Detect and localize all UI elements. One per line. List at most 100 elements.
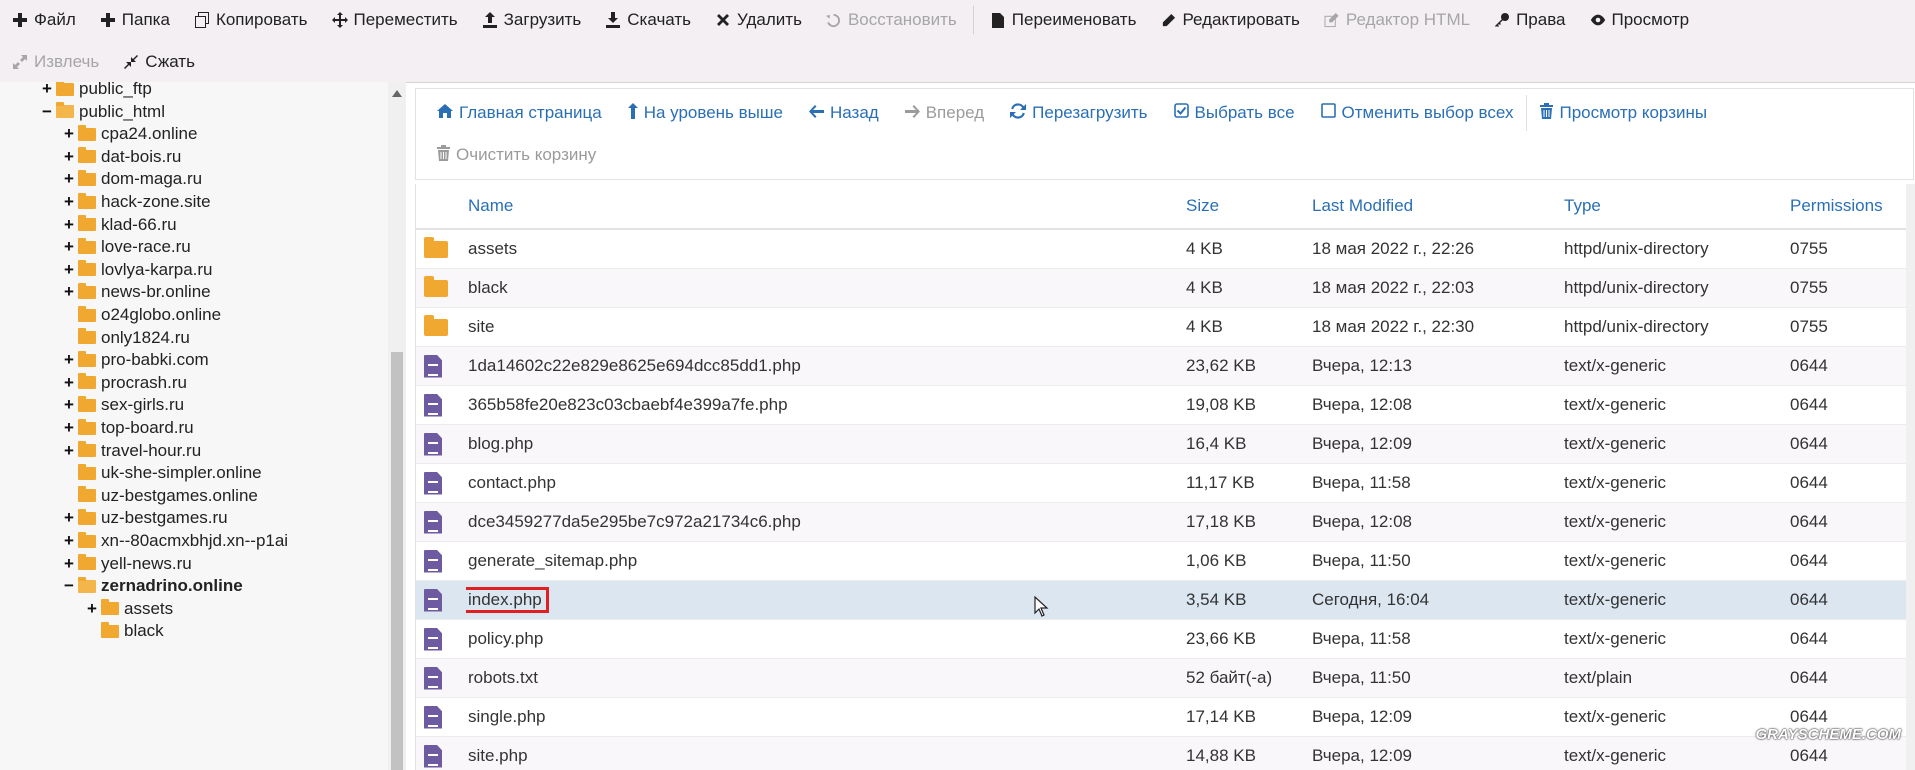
file-name-cell[interactable]: contact.php — [466, 463, 1186, 503]
nav-trash-button[interactable]: Очистить корзину — [424, 137, 609, 173]
file-name-cell[interactable]: index.php — [466, 580, 1186, 620]
expand-toggle-icon[interactable]: + — [62, 147, 76, 167]
expand-toggle-icon[interactable]: + — [40, 82, 54, 99]
header-name[interactable]: Name — [466, 184, 1186, 230]
expand-toggle-icon[interactable]: + — [62, 531, 76, 551]
file-name-cell[interactable]: generate_sitemap.php — [466, 541, 1186, 581]
nav-checkbox-checked-button[interactable]: Выбрать все — [1161, 95, 1308, 131]
toolbar-file-button[interactable]: Переименовать — [978, 2, 1149, 38]
file-name[interactable]: single.php — [468, 707, 546, 726]
expand-toggle-icon[interactable]: + — [62, 508, 76, 528]
file-name-cell[interactable]: single.php — [466, 697, 1186, 737]
file-permissions[interactable]: 0644 — [1790, 502, 1907, 542]
toolbar-key-button[interactable]: Права — [1482, 2, 1577, 38]
expand-toggle-icon[interactable]: + — [62, 441, 76, 461]
file-permissions[interactable]: 0644 — [1790, 580, 1907, 620]
file-name-cell[interactable]: 365b58fe20e823c03cbaebf4e399a7fe.php — [466, 385, 1186, 425]
scroll-up-arrow-icon[interactable] — [392, 90, 402, 97]
expand-toggle-icon[interactable]: + — [62, 237, 76, 257]
header-type[interactable]: Type — [1564, 184, 1790, 230]
file-permissions[interactable]: 0644 — [1790, 619, 1907, 659]
file-permissions[interactable]: 0644 — [1790, 541, 1907, 581]
file-name[interactable]: dce3459277da5e295be7c972a21734c6.php — [468, 512, 801, 531]
expand-toggle-icon[interactable]: + — [62, 169, 76, 189]
header-permissions[interactable]: Permissions — [1790, 184, 1907, 230]
file-permissions[interactable]: 0644 — [1790, 346, 1907, 386]
file-name[interactable]: site — [468, 317, 494, 336]
table-row[interactable]: policy.php 23,66 KB Вчера, 11:58 text/x-gen… — [416, 619, 1907, 659]
expand-toggle-icon[interactable]: + — [62, 350, 76, 370]
expand-toggle-icon[interactable]: + — [62, 554, 76, 574]
file-name-cell[interactable]: robots.txt — [466, 658, 1186, 698]
toolbar-copy-button[interactable]: Копировать — [182, 2, 320, 38]
table-row[interactable]: 365b58fe20e823c03cbaebf4e399a7fe.php 19,0… — [416, 385, 1907, 425]
nav-home-button[interactable]: Главная страница — [424, 95, 615, 131]
expand-toggle-icon[interactable]: + — [62, 192, 76, 212]
file-permissions[interactable]: 0644 — [1790, 385, 1907, 425]
nav-trash-button[interactable]: Просмотр корзины — [1527, 95, 1720, 131]
table-row[interactable]: site.php 14,88 KB Вчера, 12:09 text/x-gener… — [416, 736, 1907, 770]
file-permissions[interactable]: 0644 — [1790, 424, 1907, 464]
expand-toggle-icon[interactable]: + — [62, 395, 76, 415]
toolbar-plus-button[interactable]: Папка — [88, 2, 182, 38]
nav-level-up-button[interactable]: На уровень выше — [615, 95, 796, 131]
toolbar-edit-button[interactable]: Редактор HTML — [1312, 2, 1482, 38]
header-last-modified[interactable]: Last Modified — [1312, 184, 1564, 230]
toolbar-plus-button[interactable]: Файл — [0, 2, 88, 38]
file-name[interactable]: policy.php — [468, 629, 543, 648]
file-name[interactable]: assets — [468, 239, 517, 258]
file-name[interactable]: contact.php — [468, 473, 556, 492]
file-name[interactable]: 365b58fe20e823c03cbaebf4e399a7fe.php — [468, 395, 788, 414]
table-row[interactable]: 1da14602c22e829e8625e694dcc85dd1.php 23,6… — [416, 346, 1907, 386]
table-row[interactable]: index.php 3,54 KB Сегодня, 16:04 text/x-gen… — [416, 580, 1907, 620]
toolbar-close-button[interactable]: Удалить — [703, 2, 814, 38]
toolbar-move-button[interactable]: Переместить — [320, 2, 470, 38]
tree-item[interactable]: black — [85, 618, 164, 644]
expand-toggle-icon[interactable]: + — [62, 215, 76, 235]
file-permissions[interactable]: 0755 — [1790, 229, 1907, 269]
expand-toggle-icon[interactable]: + — [62, 418, 76, 438]
file-name-cell[interactable]: blog.php — [466, 424, 1186, 464]
table-row[interactable]: blog.php 16,4 KB Вчера, 12:09 text/x-generi… — [416, 424, 1907, 464]
table-row[interactable]: robots.txt 52 байт(-а) Вчера, 11:50 text/pl… — [416, 658, 1907, 698]
collapse-toggle-icon[interactable]: − — [62, 576, 76, 596]
file-name[interactable]: black — [468, 278, 508, 297]
toolbar-pencil-button[interactable]: Редактировать — [1148, 2, 1311, 38]
toolbar-download-button[interactable]: Скачать — [593, 2, 703, 38]
file-name[interactable]: blog.php — [468, 434, 533, 453]
file-name[interactable]: 1da14602c22e829e8625e694dcc85dd1.php — [468, 356, 801, 375]
expand-toggle-icon[interactable]: + — [62, 373, 76, 393]
table-row[interactable]: single.php 17,14 KB Вчера, 12:09 text/x-gen… — [416, 697, 1907, 737]
table-row[interactable]: dce3459277da5e295be7c972a21734c6.php 17,1… — [416, 502, 1907, 542]
file-name[interactable]: robots.txt — [468, 668, 538, 687]
file-name-cell[interactable]: site — [466, 307, 1186, 347]
table-row[interactable]: assets 4 KB 18 мая 2022 г., 22:26 httpd/uni… — [416, 229, 1907, 269]
file-permissions[interactable]: 0755 — [1790, 268, 1907, 308]
file-name-cell[interactable]: site.php — [466, 736, 1186, 770]
toolbar-expand-button[interactable]: Извлечь — [0, 44, 111, 80]
table-row[interactable]: site 4 KB 18 мая 2022 г., 22:30 httpd/unix-… — [416, 307, 1907, 347]
nav-refresh-button[interactable]: Перезагрузить — [997, 95, 1160, 131]
file-list-scrollbar[interactable] — [1906, 184, 1915, 770]
toolbar-restore-button[interactable]: Восстановить — [814, 2, 969, 38]
expand-toggle-icon[interactable]: + — [62, 124, 76, 144]
file-name-cell[interactable]: black — [466, 268, 1186, 308]
header-size[interactable]: Size — [1186, 184, 1312, 230]
toolbar-upload-button[interactable]: Загрузить — [470, 2, 594, 38]
expand-toggle-icon[interactable]: + — [62, 260, 76, 280]
tree-scrollbar-thumb[interactable] — [391, 352, 403, 770]
file-permissions[interactable]: 0644 — [1790, 463, 1907, 503]
file-name-cell[interactable]: 1da14602c22e829e8625e694dcc85dd1.php — [466, 346, 1186, 386]
nav-checkbox-empty-button[interactable]: Отменить выбор всех — [1308, 95, 1527, 131]
file-permissions[interactable]: 0755 — [1790, 307, 1907, 347]
nav-arrow-right-button[interactable]: Вперед — [892, 95, 997, 131]
table-row[interactable]: black 4 KB 18 мая 2022 г., 22:03 httpd/unix… — [416, 268, 1907, 308]
file-permissions[interactable]: 0644 — [1790, 658, 1907, 698]
table-row[interactable]: contact.php 11,17 KB Вчера, 11:58 text/x-ge… — [416, 463, 1907, 503]
collapse-toggle-icon[interactable]: − — [40, 102, 54, 122]
file-name[interactable]: site.php — [468, 746, 528, 765]
file-name[interactable]: generate_sitemap.php — [468, 551, 637, 570]
file-name-cell[interactable]: dce3459277da5e295be7c972a21734c6.php — [466, 502, 1186, 542]
file-name[interactable]: index.php — [466, 587, 549, 613]
file-name-cell[interactable]: assets — [466, 229, 1186, 269]
